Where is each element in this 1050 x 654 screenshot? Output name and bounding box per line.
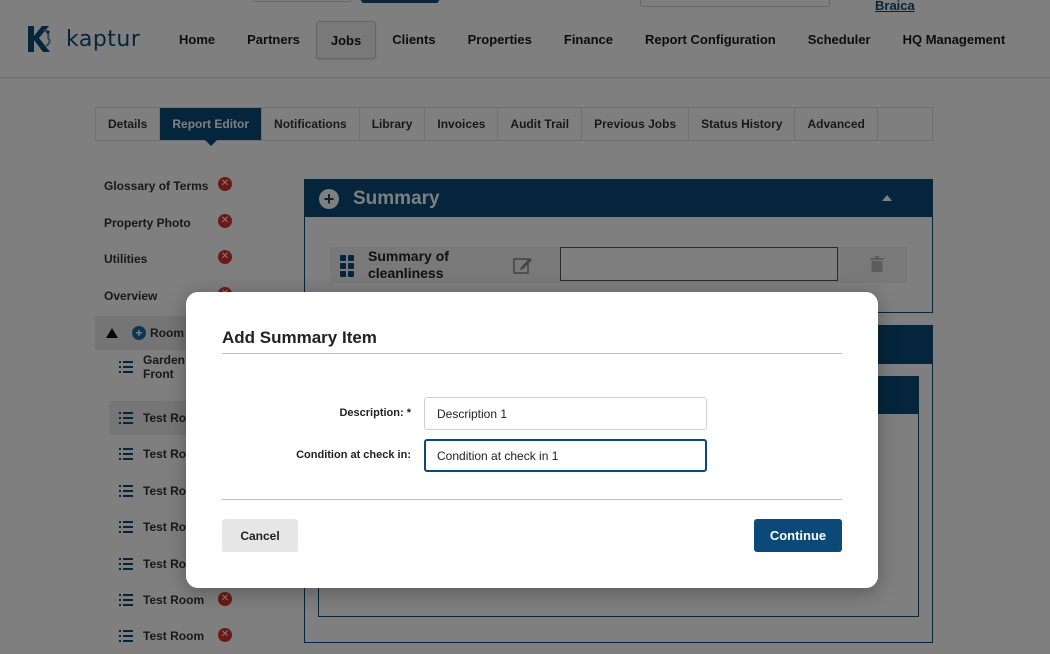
condition-label: Condition at check in: bbox=[296, 449, 411, 461]
dialog-divider bbox=[222, 499, 842, 500]
continue-button[interactable]: Continue bbox=[754, 519, 842, 552]
dialog-divider bbox=[222, 353, 842, 354]
dialog-title: Add Summary Item bbox=[222, 328, 377, 347]
description-input[interactable] bbox=[424, 397, 707, 430]
cancel-button[interactable]: Cancel bbox=[222, 519, 298, 552]
description-label: Description: * bbox=[339, 407, 411, 419]
add-summary-item-dialog: Add Summary Item Description: * Conditio… bbox=[186, 292, 878, 588]
condition-at-check-in-input[interactable] bbox=[424, 439, 707, 472]
